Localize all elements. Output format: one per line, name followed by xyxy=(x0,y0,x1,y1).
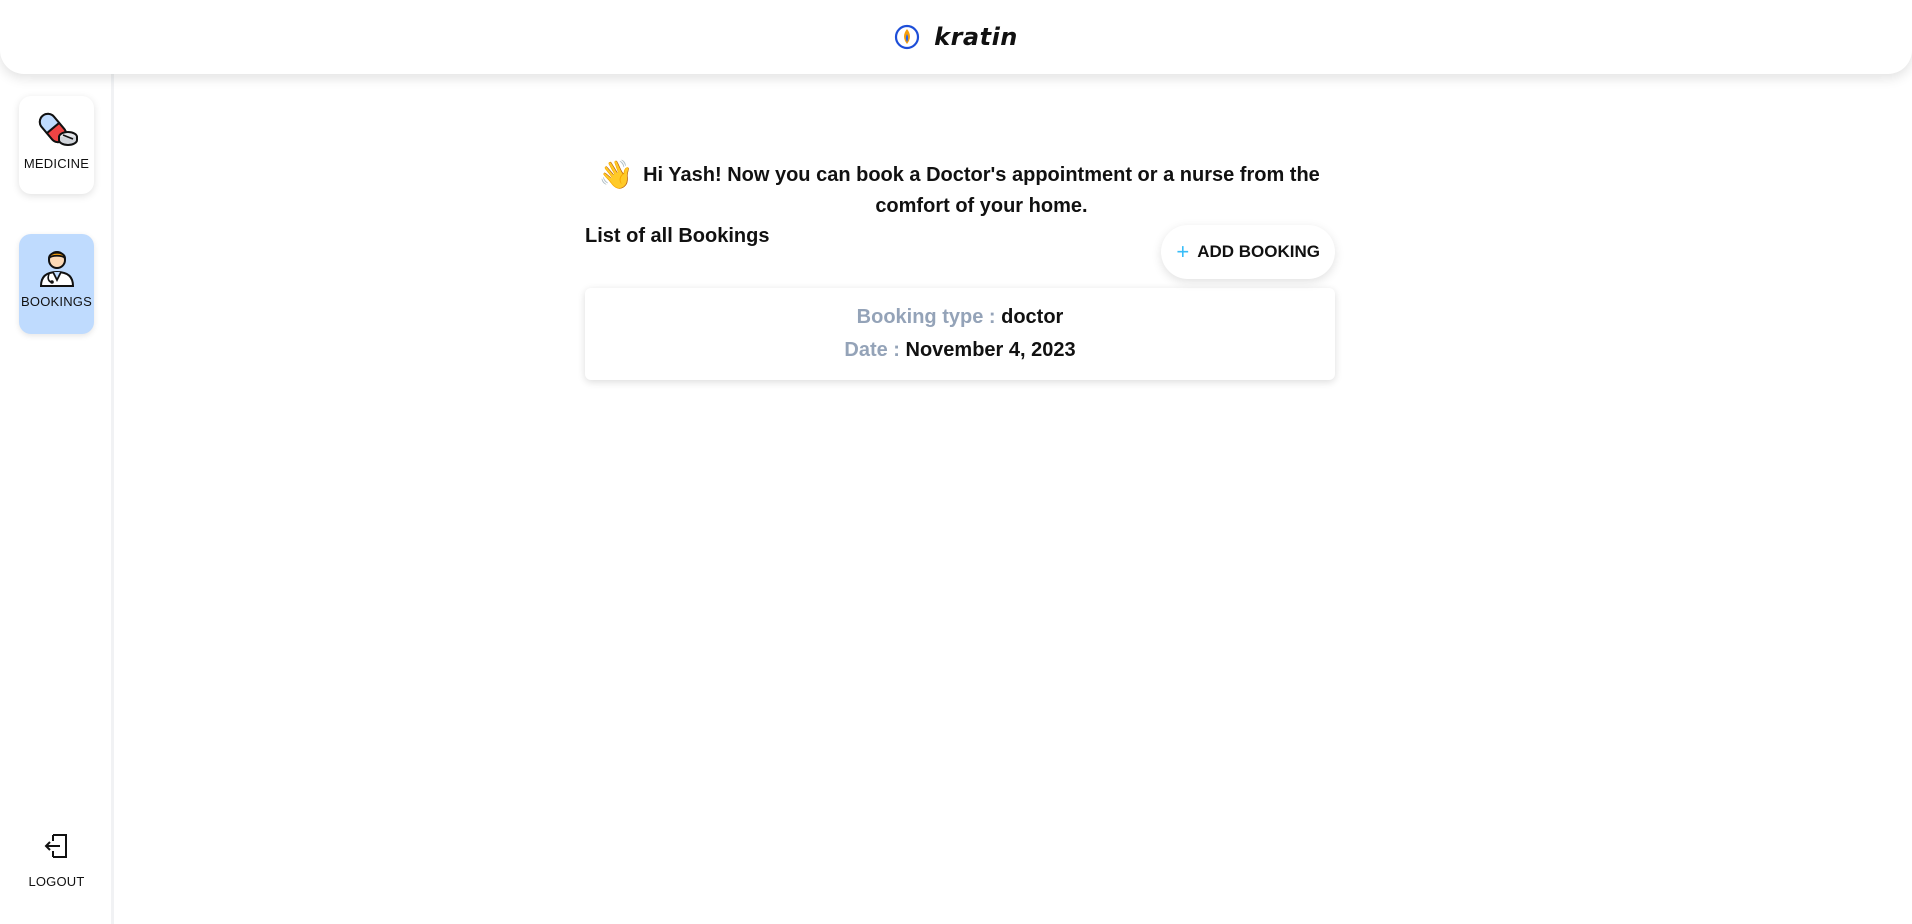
sidebar-item-bookings[interactable]: BOOKINGS xyxy=(19,234,94,334)
doctor-icon xyxy=(35,244,79,288)
brand-name: kratin xyxy=(934,23,1018,51)
booking-type-value: doctor xyxy=(1001,306,1064,328)
logout-label: LOGOUT xyxy=(28,874,85,889)
booking-card[interactable]: Booking type : doctor Date : November 4,… xyxy=(585,288,1335,380)
waving-hand-icon: 👋 xyxy=(598,159,634,190)
greeting: 👋 Hi Yash! Now you can book a Doctor's a… xyxy=(585,159,1335,222)
bookings-header: List of all Bookings + ADD BOOKING xyxy=(585,225,1335,285)
sidebar-item-label: BOOKINGS xyxy=(21,294,92,309)
booking-date-row: Date : November 4, 2023 xyxy=(844,339,1075,362)
sidebar: MEDICINE BOOKINGS LOGOUT xyxy=(0,74,114,924)
booking-date-label: Date : xyxy=(844,339,906,361)
pill-capsule-icon xyxy=(35,106,79,150)
main-content: 👋 Hi Yash! Now you can book a Doctor's a… xyxy=(585,159,1335,380)
booking-date-value: November 4, 2023 xyxy=(905,339,1076,361)
greeting-text: Hi Yash! Now you can book a Doctor's app… xyxy=(643,164,1320,217)
brand[interactable]: kratin xyxy=(894,23,1018,51)
list-title: List of all Bookings xyxy=(585,225,770,247)
sidebar-item-medicine[interactable]: MEDICINE xyxy=(19,96,94,194)
add-booking-label: ADD BOOKING xyxy=(1197,242,1320,261)
booking-type-row: Booking type : doctor xyxy=(857,306,1064,329)
add-booking-button[interactable]: + ADD BOOKING xyxy=(1161,225,1335,279)
flame-drop-logo-icon xyxy=(894,24,920,50)
booking-type-label: Booking type : xyxy=(856,306,1002,328)
plus-icon: + xyxy=(1176,239,1190,264)
logout-icon xyxy=(35,824,79,868)
logout-button[interactable]: LOGOUT xyxy=(19,814,94,894)
top-header: kratin xyxy=(0,0,1912,74)
sidebar-item-label: MEDICINE xyxy=(23,156,90,171)
